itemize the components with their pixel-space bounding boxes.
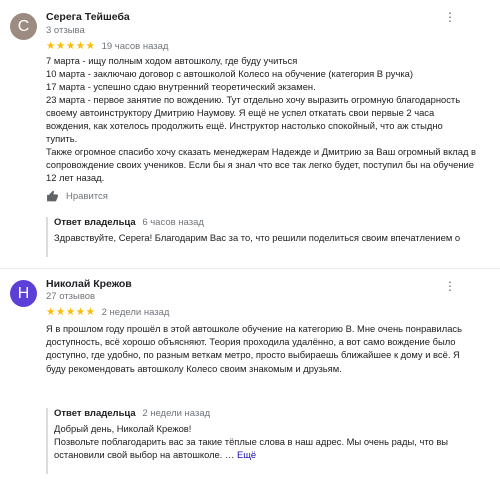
reply-line-text: остановили свой выбор на автошколе. … xyxy=(54,449,235,460)
review-line: сопровождение своих учеников. Если бы я … xyxy=(46,159,474,170)
author-review-count: 3 отзыва xyxy=(46,25,85,36)
review-line: доступно, где удобно, по разным веткам м… xyxy=(46,349,460,361)
owner-reply: Ответ владельца 2 недели назад Добрый де… xyxy=(46,408,490,474)
like-button[interactable]: Нравится xyxy=(46,190,108,203)
review-line: 10 марта - заключаю договор с автошколой… xyxy=(46,68,413,79)
author-name[interactable]: Серега Тейшеба xyxy=(46,11,130,23)
owner-reply-time: 6 часов назад xyxy=(142,217,204,228)
owner-reply-text: Добрый день, Николай Крежов! Позвольте п… xyxy=(54,422,490,461)
owner-reply: Ответ владельца 6 часов назад Здравствуй… xyxy=(46,217,490,257)
star-rating: ★★★★★ xyxy=(46,40,96,52)
avatar[interactable]: Н xyxy=(10,280,37,307)
like-label: Нравится xyxy=(66,191,108,202)
review-line: тупить. xyxy=(46,133,78,144)
read-more-link[interactable]: Ещё xyxy=(237,449,256,460)
review-text: 7 марта - ищу полным ходом автошколу, гд… xyxy=(46,54,477,184)
owner-reply-time: 2 недели назад xyxy=(142,408,211,419)
review-line: 23 марта - первое занятие по вождению. Т… xyxy=(46,94,461,105)
review-line: 7 марта - ищу полным ходом автошколу, гд… xyxy=(46,55,298,66)
reply-line: Здравствуйте, Серега! Благодарим Вас за … xyxy=(54,232,461,243)
review-line: доступность, всё хорошо объясняют. Теори… xyxy=(46,336,456,348)
reply-line: остановили свой выбор на автошколе. … Ещ… xyxy=(54,448,490,461)
more-vertical-icon[interactable]: ⋮ xyxy=(444,280,456,292)
review-time: 19 часов назад xyxy=(101,40,169,52)
reply-line: Позвольте поблагодарить вас за такие тёп… xyxy=(54,436,449,447)
owner-reply-label: Ответ владельца xyxy=(54,408,136,419)
rating-row: ★★★★★ 19 часов назад xyxy=(46,40,168,52)
thumb-up-icon xyxy=(47,190,58,202)
review-text: Я в прошлом году прошёл в этой автошколе… xyxy=(46,322,466,375)
review-line: вождения, как хотелось продолжить ещё. И… xyxy=(46,120,443,131)
divider xyxy=(0,268,500,269)
author-name[interactable]: Николай Крежов xyxy=(46,278,132,290)
owner-reply-label: Ответ владельца xyxy=(54,217,136,228)
owner-reply-header: Ответ владельца 2 недели назад xyxy=(54,408,490,419)
review-line: буду рекомендовать автошколу Колесо свои… xyxy=(46,362,342,374)
review-time: 2 недели назад xyxy=(101,306,170,318)
review-line: 17 марта - успешно сдаю внутренний теоре… xyxy=(46,81,316,92)
owner-reply-text: Здравствуйте, Серега! Благодарим Вас за … xyxy=(54,231,490,247)
more-vertical-icon[interactable]: ⋮ xyxy=(444,11,456,23)
star-rating: ★★★★★ xyxy=(46,306,96,318)
review-line: Я в прошлом году прошёл в этой автошколе… xyxy=(46,323,462,334)
review-line: 12 лет назад. xyxy=(46,172,105,183)
avatar[interactable]: С xyxy=(10,13,37,40)
reply-line: Добрый день, Николай Крежов! xyxy=(54,423,192,434)
review-line: своему автоинструктору Дмитрию Наумову. … xyxy=(46,107,435,118)
review-line: Также огромное спасибо хочу сказать мене… xyxy=(46,146,477,157)
author-review-count: 27 отзывов xyxy=(46,291,96,302)
owner-reply-header: Ответ владельца 6 часов назад xyxy=(54,217,490,228)
rating-row: ★★★★★ 2 недели назад xyxy=(46,306,169,318)
